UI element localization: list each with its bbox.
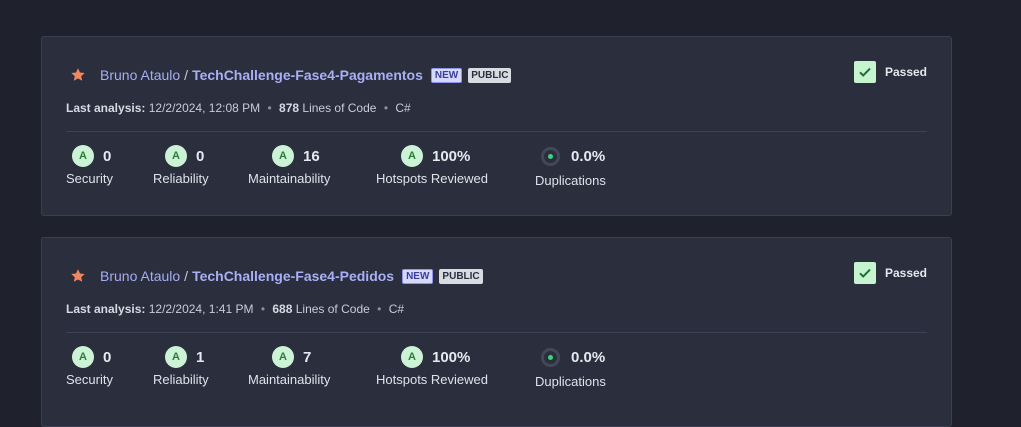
- duplications-value[interactable]: 0.0%: [571, 148, 605, 165]
- lines-label: Lines of Code: [302, 101, 377, 115]
- check-icon: [853, 262, 876, 284]
- analysis-label: Last analysis:: [66, 302, 146, 316]
- visibility-badge: PUBLIC: [439, 268, 483, 284]
- path-separator: /: [184, 268, 189, 284]
- metric-duplications[interactable]: 0.0% Duplications: [535, 145, 606, 188]
- reliability-label: Reliability: [153, 372, 209, 387]
- status-label: Passed: [884, 65, 927, 79]
- project-card: Bruno Ataulo / TechChallenge-Fase4-Pagam…: [41, 36, 952, 216]
- analysis-label: Last analysis:: [66, 101, 146, 115]
- donut-icon: [541, 347, 560, 367]
- metric-reliability[interactable]: A 0 Reliability: [153, 145, 209, 186]
- project-name-link[interactable]: TechChallenge-Fase4-Pedidos: [192, 268, 394, 284]
- divider: [66, 332, 927, 333]
- project-title-row: Bruno Ataulo / TechChallenge-Fase4-Pedid…: [70, 266, 483, 286]
- hotspots-grade: A: [401, 145, 423, 167]
- reliability-value[interactable]: 0: [196, 148, 204, 165]
- project-title-row: Bruno Ataulo / TechChallenge-Fase4-Pagam…: [70, 65, 512, 85]
- lines-count: 878: [279, 101, 300, 115]
- security-grade: A: [72, 145, 94, 167]
- analysis-date: 12/2/2024, 1:41 PM: [148, 302, 254, 316]
- reliability-value[interactable]: 1: [196, 349, 204, 366]
- maintainability-grade: A: [272, 346, 294, 368]
- analysis-info: Last analysis: 12/2/2024, 1:41 PM • 688 …: [66, 302, 405, 316]
- metric-hotspots[interactable]: A 100% Hotspots Reviewed: [376, 346, 488, 387]
- divider: [66, 131, 927, 132]
- metric-maintainability[interactable]: A 7 Maintainability: [248, 346, 330, 387]
- analysis-date: 12/2/2024, 12:08 PM: [148, 101, 261, 115]
- metric-security[interactable]: A 0 Security: [66, 145, 113, 186]
- hotspots-value[interactable]: 100%: [432, 349, 470, 366]
- maintainability-value[interactable]: 7: [303, 349, 311, 366]
- maintainability-label: Maintainability: [248, 171, 331, 186]
- new-badge: NEW: [430, 67, 463, 83]
- duplications-label: Duplications: [535, 173, 606, 188]
- quality-gate-status: Passed: [853, 262, 927, 284]
- quality-gate-status: Passed: [853, 61, 927, 83]
- security-grade: A: [72, 346, 94, 368]
- maintainability-label: Maintainability: [248, 372, 331, 387]
- maintainability-grade: A: [272, 145, 294, 167]
- security-label: Security: [66, 171, 113, 186]
- security-label: Security: [66, 372, 113, 387]
- project-owner-link[interactable]: Bruno Ataulo: [100, 268, 180, 284]
- maintainability-value[interactable]: 16: [303, 148, 320, 165]
- project-card: Bruno Ataulo / TechChallenge-Fase4-Pedid…: [41, 237, 952, 427]
- star-icon[interactable]: [70, 268, 86, 284]
- security-value[interactable]: 0: [103, 148, 111, 165]
- path-separator: /: [184, 67, 189, 83]
- new-badge: NEW: [402, 268, 434, 284]
- language-label: C#: [395, 101, 411, 115]
- hotspots-value[interactable]: 100%: [432, 148, 470, 165]
- project-owner-link[interactable]: Bruno Ataulo: [100, 67, 180, 83]
- security-value[interactable]: 0: [103, 349, 111, 366]
- status-label: Passed: [884, 266, 927, 280]
- metric-security[interactable]: A 0 Security: [66, 346, 113, 387]
- project-name-link[interactable]: TechChallenge-Fase4-Pagamentos: [192, 67, 423, 83]
- donut-icon: [541, 146, 560, 166]
- star-icon[interactable]: [70, 67, 86, 83]
- lines-label: Lines of Code: [295, 302, 370, 316]
- duplications-label: Duplications: [535, 374, 606, 389]
- hotspots-grade: A: [401, 346, 423, 368]
- check-icon: [853, 61, 876, 83]
- metric-hotspots[interactable]: A 100% Hotspots Reviewed: [376, 145, 488, 186]
- analysis-info: Last analysis: 12/2/2024, 12:08 PM • 878…: [66, 101, 411, 115]
- hotspots-label: Hotspots Reviewed: [376, 372, 488, 387]
- hotspots-label: Hotspots Reviewed: [376, 171, 488, 186]
- metric-duplications[interactable]: 0.0% Duplications: [535, 346, 606, 389]
- reliability-grade: A: [165, 145, 187, 167]
- reliability-label: Reliability: [153, 171, 209, 186]
- metric-maintainability[interactable]: A 16 Maintainability: [248, 145, 330, 186]
- duplications-value[interactable]: 0.0%: [571, 349, 605, 366]
- visibility-badge: PUBLIC: [468, 67, 512, 83]
- lines-count: 688: [272, 302, 293, 316]
- language-label: C#: [388, 302, 405, 316]
- metric-reliability[interactable]: A 1 Reliability: [153, 346, 209, 387]
- reliability-grade: A: [165, 346, 187, 368]
